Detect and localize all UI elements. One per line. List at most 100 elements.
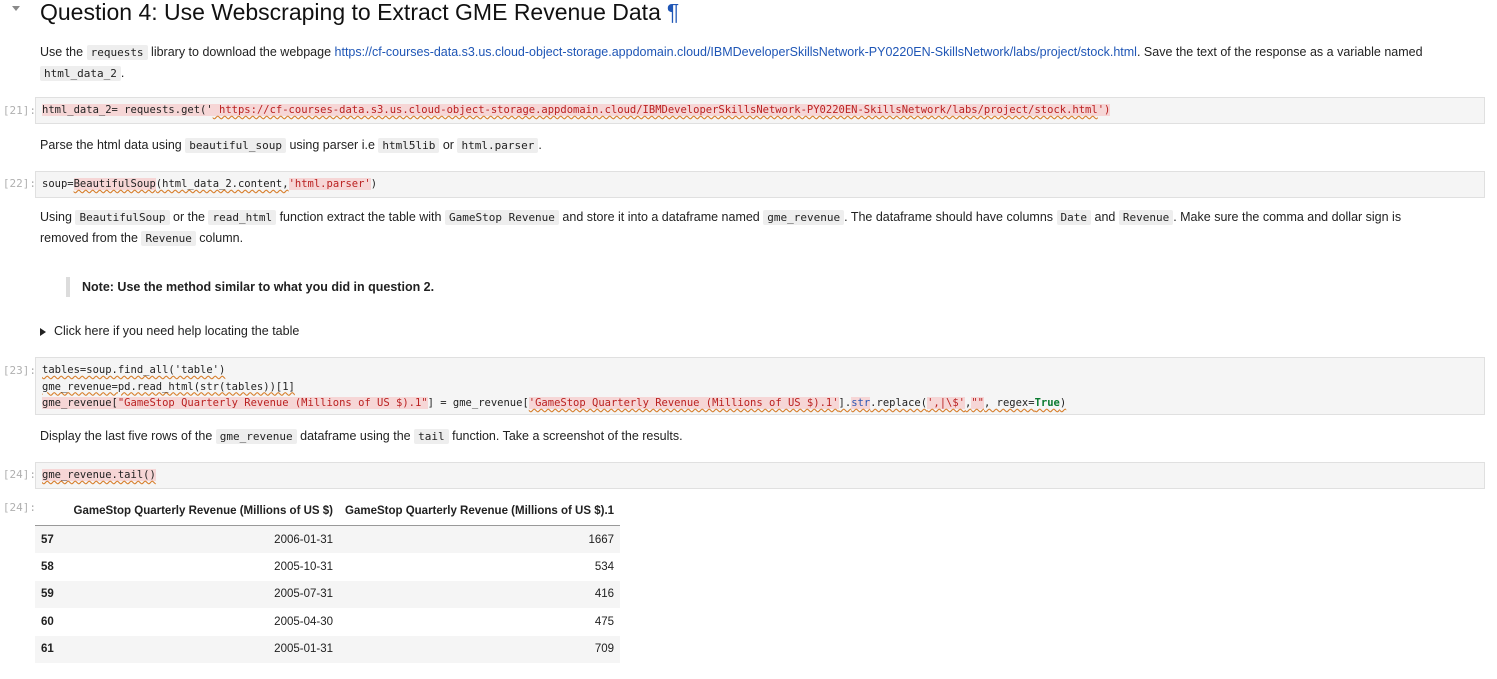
text: function. Take a screenshot of the resul… [452, 429, 683, 443]
code-string: 'html.parser' [288, 178, 371, 190]
table-cell: 709 [339, 635, 621, 663]
table-cell: 2005-07-31 [65, 580, 339, 609]
heading-text: Question 4: Use Webscraping to Extract G… [40, 0, 661, 25]
text: or [442, 138, 454, 152]
table-cell: 475 [594, 615, 615, 628]
inline-code: gme_revenue [763, 210, 845, 225]
dataframe-output: GameStop Quarterly Revenue (Millions of … [35, 497, 621, 663]
text: Display the last five rows of the [40, 429, 213, 443]
row-index: 57 [35, 525, 65, 554]
table-cell: 2005-01-31 [65, 635, 339, 663]
code-string: ',|\$' [927, 397, 966, 409]
inline-code: html_data_2 [40, 66, 121, 81]
table-cell: 416 [339, 580, 621, 609]
code-token: soup= [42, 178, 74, 190]
cell-prompt: [21]: [2, 104, 36, 117]
collapse-heading-icon[interactable] [12, 6, 20, 11]
text: removed from the [40, 231, 138, 245]
column-header: GameStop Quarterly Revenue (Millions of … [339, 497, 621, 526]
code-cell-24[interactable]: gme_revenue.tail() [35, 462, 1485, 489]
text: function extract the table with [279, 210, 442, 224]
text: library to download the webpage [151, 45, 332, 59]
code-token: BeautifulSoup [73, 178, 156, 190]
text: column. [199, 231, 244, 245]
text: and [1094, 210, 1116, 224]
table-row: 61 2005-01-31 709 [35, 635, 621, 663]
code-token: , regex= [984, 397, 1035, 409]
code-string: 'GameStop Quarterly Revenue (Millions of… [528, 397, 839, 409]
text: . [538, 138, 542, 152]
section-heading: Question 4: Use Webscraping to Extract G… [40, 0, 679, 28]
code-line: gme_revenue.tail() [42, 469, 156, 481]
code-token: True [1034, 397, 1060, 409]
anchor-link-icon[interactable]: ¶ [667, 0, 679, 25]
inline-code: read_html [208, 210, 277, 225]
code-string: "GameStop Quarterly Revenue (Millions of… [117, 397, 428, 409]
webpage-link[interactable]: https://cf-courses-data.s3.us.cloud-obje… [335, 45, 1137, 59]
column-header: GameStop Quarterly Revenue (Millions of … [65, 497, 339, 526]
cell-prompt: [22]: [2, 177, 36, 190]
text: Using [40, 210, 72, 224]
disclosure-triangle-icon[interactable] [40, 327, 46, 336]
inline-code: Revenue [1118, 210, 1174, 225]
text: . The dataframe should have columns [844, 210, 1054, 224]
code-string: https://cf-courses-data.s3.us.cloud-obje… [212, 104, 1098, 116]
code-token: ') [1097, 104, 1111, 116]
text: Parse the html data using [40, 138, 182, 152]
extract-instructions: Using BeautifulSoup or the read_html fun… [40, 207, 1460, 249]
text: . [120, 66, 125, 80]
inline-code: BeautifulSoup [75, 210, 170, 225]
code-token: (html_data_2.content, [155, 178, 289, 190]
code-token: ] = gme_revenue[ [427, 397, 529, 409]
code-string: "" [971, 397, 984, 409]
notebook-page: Question 4: Use Webscraping to Extract G… [0, 0, 1497, 679]
inline-code: html.parser [457, 138, 539, 153]
code-token: ) [1059, 397, 1067, 409]
help-details-toggle[interactable]: Click here if you need help locating the… [40, 321, 299, 341]
table-cell: 1667 [339, 525, 621, 554]
code-token: str [851, 397, 871, 409]
output-prompt: [24]: [2, 501, 36, 514]
table-row: 57 2006-01-31 1667 [35, 525, 621, 554]
code-token: .replace( [870, 397, 928, 409]
table-cell: 2006-01-31 [65, 525, 339, 554]
table-row: 58 2005-10-31 534 [35, 553, 620, 580]
inline-code: Revenue [141, 231, 196, 246]
inline-code: tail [414, 429, 449, 444]
text: Use the [40, 45, 84, 59]
text: . Save the text of the response as a var… [1136, 45, 1423, 59]
text: or the [173, 210, 205, 224]
code-cell-21[interactable]: html_data_2= requests.get(' https://cf-c… [35, 97, 1485, 124]
table-header-row: GameStop Quarterly Revenue (Millions of … [35, 497, 621, 526]
row-index: 60 [41, 615, 54, 628]
code-token: ) [370, 178, 378, 190]
code-line: tables=soup.find_all('table') [42, 364, 226, 376]
inline-code: beautiful_soup [185, 138, 286, 153]
code-line: gme_revenue=pd.read_html(str(tables))[1] [42, 380, 295, 393]
inline-code: html5lib [378, 138, 440, 153]
cell-prompt: [23]: [2, 364, 36, 377]
column-header [35, 497, 65, 526]
details-summary[interactable]: Click here if you need help locating the… [54, 324, 299, 338]
text: dataframe using the [300, 429, 411, 443]
code-token: ]. [838, 397, 852, 409]
q4-instructions: Use the requests library to download the… [40, 42, 1460, 84]
row-index: 59 [35, 580, 65, 609]
table-cell: 2005-04-30 [274, 615, 333, 628]
table-row: 59 2005-07-31 416 [35, 580, 621, 609]
parse-instructions: Parse the html data using beautiful_soup… [40, 135, 542, 156]
table-cell: 2005-10-31 [274, 561, 333, 574]
text: and store it into a dataframe named [562, 210, 760, 224]
cell-prompt: [24]: [2, 468, 36, 481]
text: . Make sure the comma and dollar sign is [1173, 210, 1402, 224]
text: using parser i.e [289, 138, 375, 152]
note-blockquote: Note: Use the method similar to what you… [66, 277, 434, 297]
row-index: 61 [35, 635, 65, 663]
inline-code: requests [86, 45, 148, 60]
code-cell-22[interactable]: soup=BeautifulSoup(html_data_2.content,'… [35, 171, 1485, 198]
inline-code: Date [1056, 210, 1092, 225]
code-cell-23[interactable]: tables=soup.find_all('table') gme_revenu… [35, 357, 1485, 415]
code-token: html_data_2= requests.get(' [42, 104, 213, 116]
code-token: gme_revenue[ [42, 397, 118, 409]
display-instructions: Display the last five rows of the gme_re… [40, 426, 683, 447]
